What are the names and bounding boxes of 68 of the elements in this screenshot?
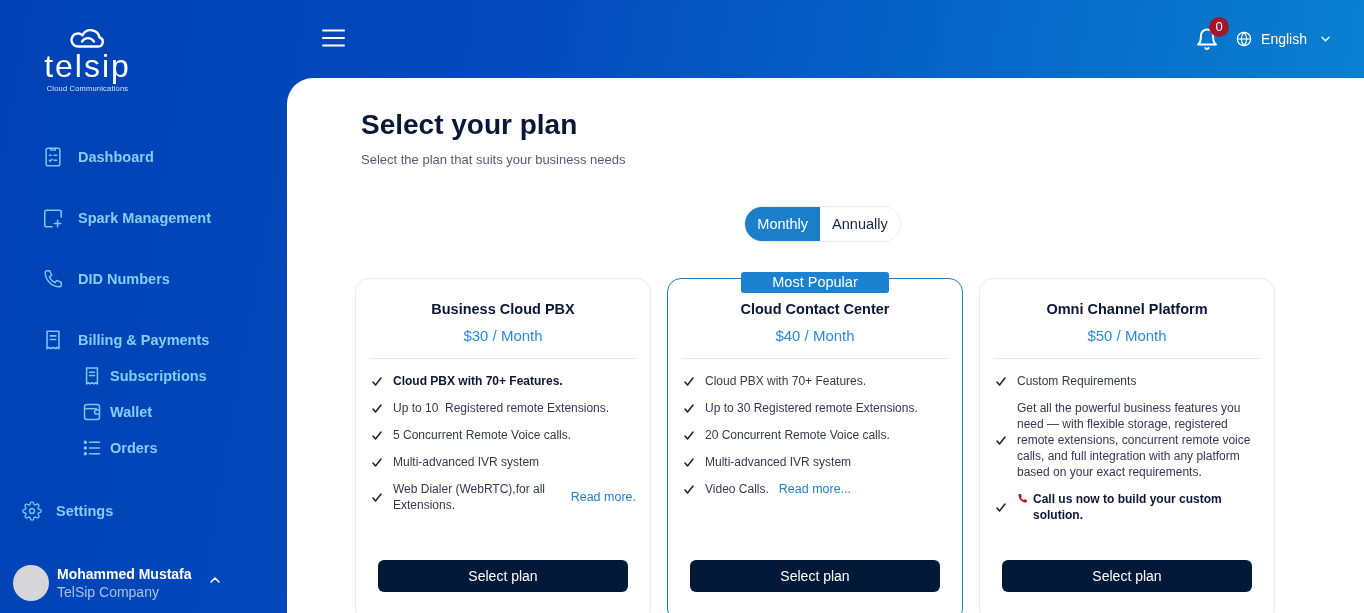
plan-price: $40 / Month [774, 327, 856, 345]
check-icon [996, 502, 1006, 512]
plan-price: $50 / Month [1086, 327, 1168, 345]
company-name: TelSip Company [57, 583, 160, 601]
feature-text: Video Calls. [705, 481, 769, 497]
select-plan-button[interactable]: Select plan [1002, 560, 1252, 592]
select-plan-button[interactable]: Select plan [690, 560, 940, 592]
check-icon [684, 484, 694, 494]
read-more-link[interactable]: Read more. [570, 490, 636, 504]
feature-text: 20 Concurrent Remote Voice calls. [705, 427, 890, 443]
globe-icon [1236, 31, 1253, 47]
check-icon [996, 435, 1006, 445]
feature-text: Up to 30 Registered remote Extensions. [705, 400, 918, 416]
feature-text: Web Dialer (WebRTC),for all Extensions. [393, 481, 547, 513]
feature-text: Up to 10 Registered remote Extensions. [393, 400, 610, 416]
nav-item[interactable]: Spark Management [0, 198, 287, 238]
check-icon [684, 403, 694, 413]
logo-text: telsip [44, 48, 131, 84]
check-icon [372, 430, 382, 440]
avatar [13, 565, 49, 601]
feature-text: Cloud PBX with 70+ Features. [705, 373, 867, 389]
nav-item[interactable]: DID Numbers [0, 259, 287, 299]
feature-text: Multi-advanced IVR system [705, 454, 852, 470]
feature-text: Multi-advanced IVR system [393, 454, 540, 470]
check-icon [996, 376, 1006, 386]
notification-count: 0 [1209, 17, 1230, 37]
check-icon [372, 403, 382, 413]
caret-up-icon[interactable] [209, 577, 220, 583]
clipboard-icon [42, 146, 64, 168]
phone-icon [1017, 493, 1028, 504]
check-icon [684, 376, 694, 386]
page-title: Select your plan [361, 108, 579, 142]
feature-text: Custom Requirements [1017, 373, 1137, 389]
list-icon [82, 438, 102, 458]
menu-icon [322, 29, 345, 47]
check-icon [684, 457, 694, 467]
settings-icon [22, 501, 42, 521]
select-plan-button[interactable]: Select plan [378, 560, 628, 592]
page-subtitle: Select the plan that suits your business needs [361, 152, 627, 168]
billing-period-tab[interactable]: Monthly [745, 207, 821, 241]
plan-price: $30 / Month [462, 327, 544, 345]
notifications-button[interactable]: 0 [1195, 17, 1230, 51]
nav-item[interactable]: Settings [0, 491, 287, 531]
chevron-down-icon [1321, 36, 1330, 42]
language-selector[interactable]: English [1236, 31, 1330, 47]
nav-subitem[interactable]: Subscriptions [0, 361, 287, 391]
phone-icon [42, 268, 64, 290]
nav-subitem[interactable]: Wallet [0, 397, 287, 427]
plan-name: Cloud Contact Center [739, 300, 891, 318]
feature-text: 5 Concurrent Remote Voice calls. [393, 427, 572, 443]
popular-badge: Most Popular [741, 272, 889, 293]
nav-item[interactable]: Billing & Payments [0, 320, 287, 360]
feature-text: Get all the powerful business features you need — with flexible storage, registered remote extensions, concurrent remote voice calls, and full integration with any platform based on your exact requirements. [1017, 400, 1252, 480]
check-icon [372, 457, 382, 467]
user-name: Mohammed Mustafa [57, 565, 192, 583]
feature-text: Cloud PBX with 70+ Features. [393, 373, 563, 389]
plan-name: Omni Channel Platform [1045, 300, 1209, 318]
check-icon [684, 430, 694, 440]
read-more-link[interactable]: Read more... [778, 482, 852, 496]
menu-button[interactable] [322, 29, 345, 47]
square-plus-icon [42, 207, 64, 229]
wallet-icon [82, 402, 102, 422]
feature-text: Call us now to build your custom solution. [1033, 491, 1223, 523]
nav-subitem[interactable]: Orders [0, 433, 287, 463]
check-icon [372, 376, 382, 386]
check-icon [372, 492, 382, 502]
plan-name: Business Cloud PBX [430, 300, 576, 318]
nav-item[interactable]: Dashboard [0, 137, 287, 177]
